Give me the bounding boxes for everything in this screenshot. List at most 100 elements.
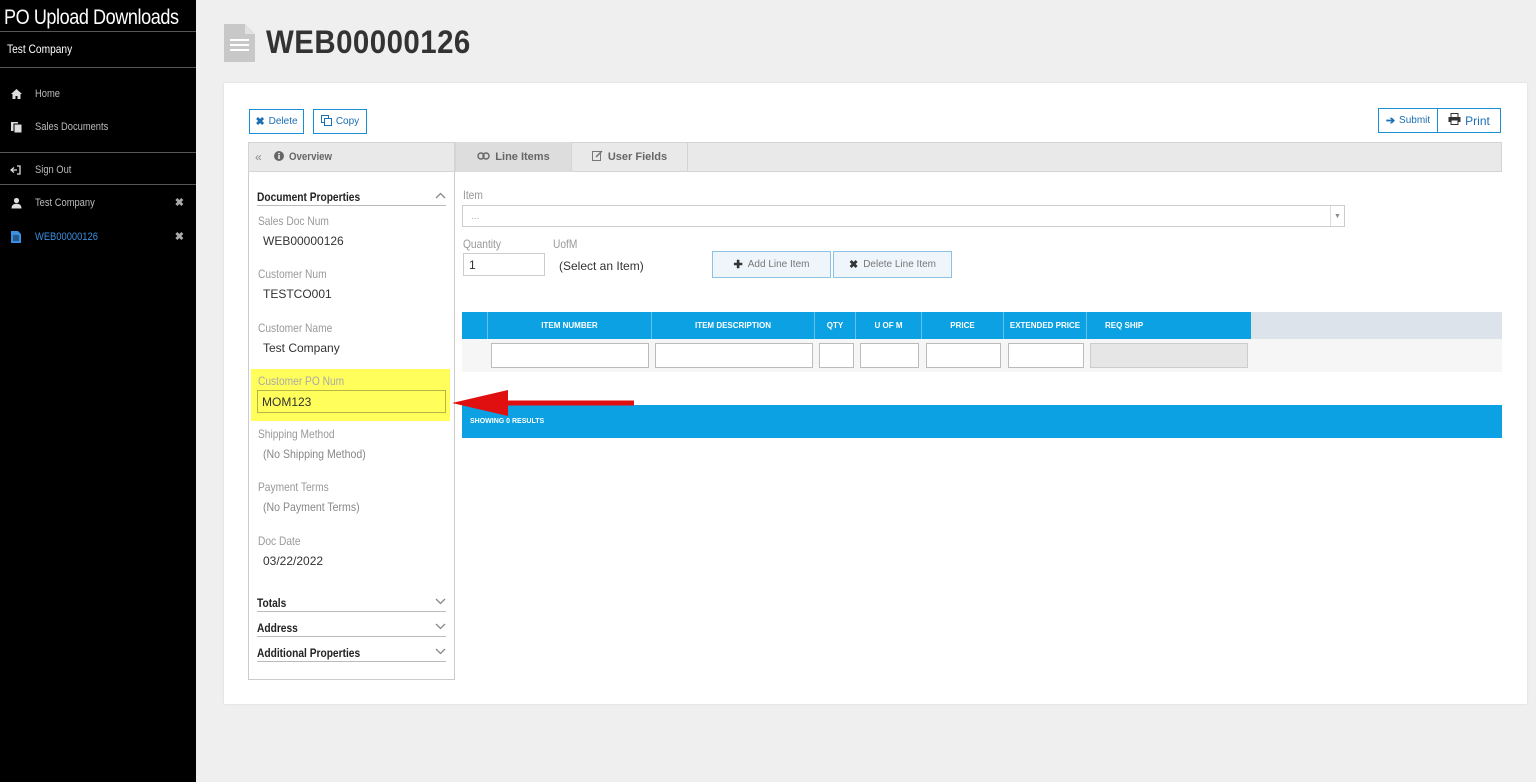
shipping-method-value: (No Shipping Method) [263, 447, 366, 461]
add-line-item-button[interactable]: ✚ Add Line Item [712, 251, 831, 278]
sidebar-item-label: Sales Documents [35, 121, 109, 133]
section-title: Totals [257, 595, 287, 610]
section-additional-properties[interactable]: Additional Properties [257, 644, 446, 662]
uofm-label: UofM [553, 237, 578, 251]
tab-line-items-label: Line Items [495, 151, 550, 163]
item-select-value: ... [471, 210, 480, 222]
price-cell-input[interactable] [926, 343, 1001, 368]
delete-button-label: Delete [268, 116, 298, 127]
sidebar-item-home[interactable]: Home [0, 84, 196, 104]
user-icon [9, 196, 23, 210]
uofm-cell-input[interactable] [860, 343, 919, 368]
company-name: Test Company [7, 42, 73, 56]
column-item-description[interactable]: ITEM DESCRIPTION [652, 312, 815, 339]
customer-po-num-input[interactable]: MOM123 [257, 390, 446, 413]
sidebar-item-label: Home [35, 88, 60, 100]
delete-button[interactable]: ✖ Delete [249, 109, 304, 134]
customer-name-value: Test Company [263, 341, 340, 355]
quantity-input[interactable]: 1 [463, 253, 545, 276]
item-number-cell-input[interactable] [491, 343, 649, 368]
section-address[interactable]: Address [257, 619, 446, 637]
submit-button-label: Submit [1399, 115, 1431, 126]
delete-line-item-button[interactable]: ✖ Delete Line Item [833, 251, 952, 278]
sidebar-item-web00000126[interactable]: WEB00000126 ✖ [0, 227, 196, 247]
sidebar-item-test-company[interactable]: Test Company ✖ [0, 193, 196, 213]
extended-price-cell-input[interactable] [1008, 343, 1084, 368]
item-select[interactable]: ... ▼ [462, 205, 1345, 227]
tab-line-items[interactable]: Line Items [455, 142, 572, 172]
item-label: Item [463, 188, 483, 202]
customer-num-value: TESTCO001 [263, 287, 332, 301]
copy-button-label: Copy [335, 116, 360, 127]
annotation-arrow-icon [452, 390, 634, 416]
shipping-method-label: Shipping Method [258, 427, 335, 441]
column-req-ship[interactable]: REQ SHIP [1087, 312, 1251, 339]
tab-user-fields-label: User Fields [607, 151, 668, 163]
title-divider [0, 31, 196, 32]
sidebar-item-sign-out[interactable]: Sign Out [0, 160, 196, 180]
column-qty[interactable]: QTY [815, 312, 856, 339]
documents-icon [9, 120, 23, 134]
app-title: PO Upload Downloads [4, 6, 179, 29]
dropdown-arrow-icon[interactable]: ▼ [1330, 206, 1344, 226]
add-line-item-label: Add Line Item [747, 259, 810, 270]
sign-out-icon [9, 163, 23, 177]
info-icon [273, 150, 284, 164]
arrow-right-icon: ➔ [1385, 115, 1396, 127]
copy-icon [320, 114, 332, 129]
copy-button[interactable]: Copy [313, 109, 367, 134]
home-icon [9, 87, 23, 101]
document-icon [224, 24, 255, 62]
payment-terms-label: Payment Terms [258, 480, 329, 494]
customer-name-label: Customer Name [258, 321, 333, 335]
sales-doc-num-label: Sales Doc Num [258, 214, 329, 228]
section-title: Additional Properties [257, 645, 361, 660]
grid-header-select [462, 312, 488, 339]
section-title: Document Properties [257, 189, 361, 204]
sidebar-divider [0, 184, 196, 185]
column-extended-price[interactable]: EXTENDED PRICE [1004, 312, 1087, 339]
chevron-down-icon [435, 622, 446, 633]
link-icon [477, 151, 490, 164]
chevron-down-icon [435, 597, 446, 608]
qty-cell-input[interactable] [819, 343, 854, 368]
tab-user-fields[interactable]: User Fields [572, 142, 688, 172]
section-totals[interactable]: Totals [257, 594, 446, 612]
sidebar-divider [0, 67, 196, 68]
sidebar-item-label: Sign Out [35, 164, 72, 176]
chevron-down-icon [435, 647, 446, 658]
sidebar-item-label: Test Company [35, 197, 95, 209]
tab-overview-label: Overview [288, 151, 332, 163]
print-button-label: Print [1465, 113, 1490, 128]
item-description-cell-input[interactable] [655, 343, 813, 368]
sidebar-divider [0, 152, 196, 153]
column-item-number[interactable]: ITEM NUMBER [488, 312, 652, 339]
column-uofm[interactable]: U OF M [856, 312, 922, 339]
close-icon: ✖ [848, 259, 859, 271]
close-icon[interactable]: ✖ [175, 196, 184, 209]
payment-terms-value: (No Payment Terms) [263, 500, 360, 514]
delete-line-item-label: Delete Line Item [863, 259, 937, 270]
collapse-icon[interactable]: « [255, 150, 262, 164]
uofm-value: (Select an Item) [559, 259, 644, 273]
close-icon: ✖ [255, 116, 265, 128]
print-icon [1448, 113, 1461, 128]
column-price[interactable]: PRICE [922, 312, 1004, 339]
submit-button[interactable]: ➔ Submit [1378, 108, 1438, 133]
section-document-properties[interactable]: Document Properties [257, 188, 446, 206]
sidebar: PO Upload Downloads Test Company Home Sa… [0, 0, 196, 782]
quantity-label: Quantity [463, 237, 501, 251]
sales-doc-num-value: WEB00000126 [263, 234, 344, 248]
close-icon[interactable]: ✖ [175, 230, 184, 243]
doc-date-label: Doc Date [258, 534, 301, 548]
doc-date-value: 03/22/2022 [263, 554, 324, 568]
grid-header-filler [1251, 312, 1502, 339]
customer-num-label: Customer Num [258, 267, 327, 281]
file-icon [9, 230, 23, 244]
customer-po-num-label: Customer PO Num [258, 374, 345, 388]
print-button[interactable]: Print [1437, 108, 1501, 133]
tab-overview[interactable]: « Overview [248, 142, 455, 172]
sidebar-item-label: WEB00000126 [35, 231, 98, 243]
sidebar-item-sales-documents[interactable]: Sales Documents [0, 117, 196, 137]
section-title: Address [257, 620, 298, 635]
